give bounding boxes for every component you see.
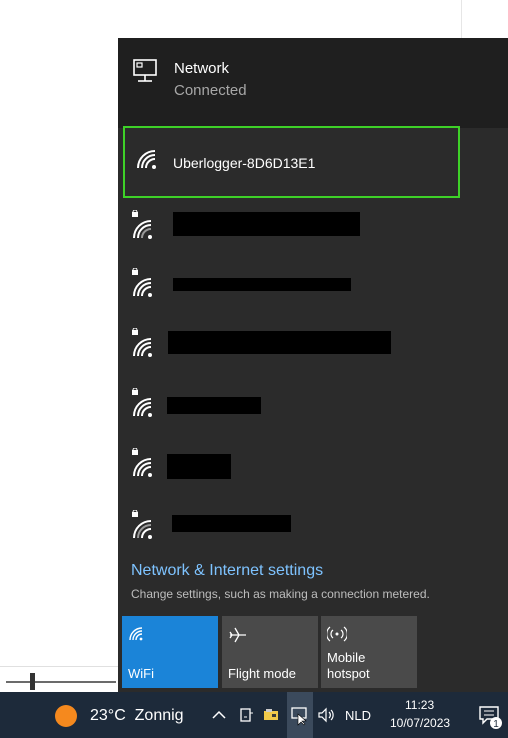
wifi-icon [128,626,146,647]
clock-time[interactable]: 11:23 [405,698,434,712]
ethernet-monitor-icon [132,58,162,91]
device-icon[interactable] [237,706,255,724]
taskbar: 23°C Zonnig NLD 11:23 10/07/2023 1 [0,692,508,738]
background-divider [461,0,462,40]
volume-icon[interactable] [317,706,335,724]
network-title: Network [174,60,230,77]
network-tray-icon[interactable] [291,706,309,726]
wifi-toggle-button[interactable]: WiFi [122,616,218,688]
notification-center-icon[interactable]: 1 [478,704,504,735]
input-language[interactable]: NLD [345,708,371,723]
background-slider-thumb[interactable] [30,673,35,690]
mobile-hotspot-button[interactable]: Mobile hotspot [321,616,417,688]
wifi-network-item[interactable] [118,264,508,327]
flight-mode-label: Flight mode [228,666,296,681]
mobile-hotspot-label: Mobile hotspot [327,650,370,681]
wifi-network-item[interactable] [118,384,508,447]
background-slider-track[interactable] [6,681,116,683]
network-status: Connected [174,82,247,99]
network-flyout: Network Connected Uberlogger-8D6D13E1 Ne… [118,38,508,692]
network-settings-link[interactable]: Network & Internet settings [131,562,323,580]
clock-date[interactable]: 10/07/2023 [390,716,450,730]
network-header[interactable]: Network Connected [118,38,508,128]
secured-wifi-icon [130,327,160,363]
chevron-up-icon[interactable] [210,706,228,724]
redaction-bar [173,278,351,291]
wifi-network-name: Uberlogger-8D6D13E1 [173,155,316,171]
hotspot-icon [326,626,348,647]
wifi-network-item[interactable] [118,324,508,387]
wifi-signal-icon [135,148,161,175]
wifi-network-item[interactable] [118,504,508,567]
redaction-bar [167,454,231,479]
secured-wifi-icon [130,387,160,423]
secured-wifi-icon [130,509,160,545]
background-separator [0,666,118,667]
secured-wifi-icon [130,267,160,303]
wifi-toggle-label: WiFi [128,666,154,681]
usb-drive-icon[interactable] [262,706,280,724]
secured-wifi-icon [130,447,160,483]
weather-text[interactable]: 23°C Zonnig [90,707,184,725]
weather-sun-icon[interactable] [55,705,77,727]
flight-mode-button[interactable]: Flight mode [222,616,318,688]
redaction-bar [167,397,261,414]
wifi-network-item[interactable] [118,444,508,507]
notification-count: 1 [493,719,499,730]
airplane-icon [228,626,248,649]
redaction-bar [173,212,360,236]
secured-wifi-icon [130,209,160,245]
wifi-network-item[interactable] [118,204,508,267]
wifi-network-item-selected[interactable]: Uberlogger-8D6D13E1 [123,126,460,198]
redaction-bar [168,331,391,354]
network-settings-description: Change settings, such as making a connec… [131,587,430,601]
redaction-bar [172,515,291,532]
